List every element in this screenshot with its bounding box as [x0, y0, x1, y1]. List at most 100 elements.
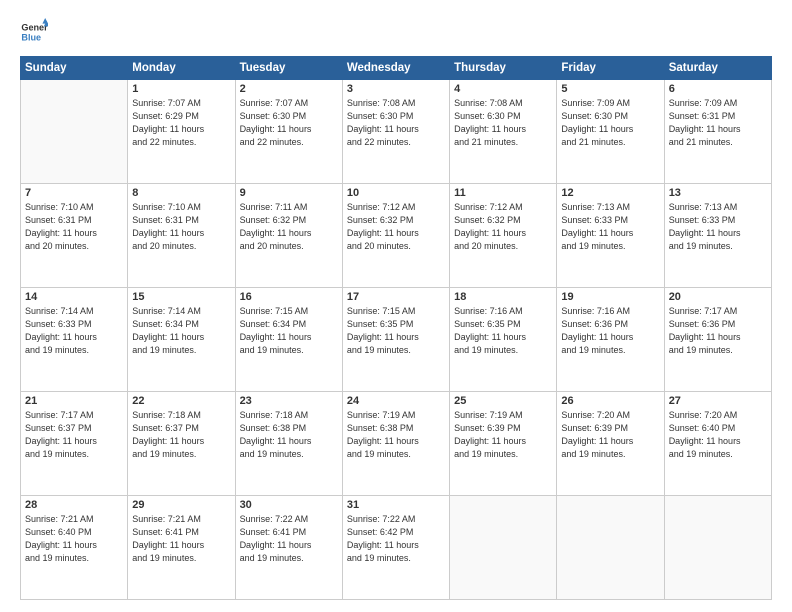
calendar-cell: 13 Sunrise: 7:13 AM Sunset: 6:33 PM Dayli…	[664, 184, 771, 288]
weekday-header-monday: Monday	[128, 57, 235, 80]
calendar-week-row: 7Sunrise: 7:10 AM Sunset: 6:31 PM Daylig…	[21, 184, 772, 288]
calendar-cell: 11Sunrise: 7:12 AM Sunset: 6:32 PM Dayli…	[450, 184, 557, 288]
calendar-cell: 28 Sunrise: 7:21 AM Sunset: 6:40 PM Dayli…	[21, 496, 128, 600]
day-info: Sunrise: 7:10 AM Sunset: 6:31 PM Dayligh…	[25, 201, 123, 253]
calendar-table: SundayMondayTuesdayWednesdayThursdayFrid…	[20, 56, 772, 600]
calendar-cell	[557, 496, 664, 600]
day-info: Sunrise: 7:20 AM Sunset: 6:40 PM Dayligh…	[669, 409, 767, 461]
svg-text:General: General	[21, 23, 48, 33]
day-number: 10	[347, 187, 445, 199]
calendar-cell: 22Sunrise: 7:18 AM Sunset: 6:37 PM Dayli…	[128, 392, 235, 496]
weekday-header-tuesday: Tuesday	[235, 57, 342, 80]
day-number: 17	[347, 291, 445, 303]
day-number: 14	[25, 291, 123, 303]
weekday-header-saturday: Saturday	[664, 57, 771, 80]
calendar-cell: 16 Sunrise: 7:15 AM Sunset: 6:34 PM Dayli…	[235, 288, 342, 392]
weekday-header-sunday: Sunday	[21, 57, 128, 80]
day-number: 23	[240, 395, 338, 407]
day-info: Sunrise: 7:22 AM Sunset: 6:41 PM Dayligh…	[240, 513, 338, 565]
day-number: 28	[25, 499, 123, 511]
day-info: Sunrise: 7:17 AM Sunset: 6:37 PM Dayligh…	[25, 409, 123, 461]
day-number: 5	[561, 83, 659, 95]
day-number: 25	[454, 395, 552, 407]
calendar-cell: 27Sunrise: 7:20 AM Sunset: 6:40 PM Dayli…	[664, 392, 771, 496]
day-info: Sunrise: 7:17 AM Sunset: 6:36 PM Dayligh…	[669, 305, 767, 357]
day-info: Sunrise: 7:16 AM Sunset: 6:35 PM Dayligh…	[454, 305, 552, 357]
calendar-week-row: 14 Sunrise: 7:14 AM Sunset: 6:33 PM Dayli…	[21, 288, 772, 392]
day-info: Sunrise: 7:19 AM Sunset: 6:39 PM Dayligh…	[454, 409, 552, 461]
day-info: Sunrise: 7:09 AM Sunset: 6:30 PM Dayligh…	[561, 97, 659, 149]
calendar-cell: 24 Sunrise: 7:19 AM Sunset: 6:38 PM Dayli…	[342, 392, 449, 496]
svg-text:Blue: Blue	[21, 32, 41, 42]
generalblue-logo-icon: General Blue	[20, 18, 48, 46]
day-number: 31	[347, 499, 445, 511]
day-number: 22	[132, 395, 230, 407]
day-number: 1	[132, 83, 230, 95]
day-info: Sunrise: 7:18 AM Sunset: 6:38 PM Dayligh…	[240, 409, 338, 461]
day-info: Sunrise: 7:07 AM Sunset: 6:29 PM Dayligh…	[132, 97, 230, 149]
calendar-cell	[450, 496, 557, 600]
day-info: Sunrise: 7:14 AM Sunset: 6:34 PM Dayligh…	[132, 305, 230, 357]
calendar-cell	[21, 80, 128, 184]
calendar-cell: 19 Sunrise: 7:16 AM Sunset: 6:36 PM Dayli…	[557, 288, 664, 392]
day-info: Sunrise: 7:19 AM Sunset: 6:38 PM Dayligh…	[347, 409, 445, 461]
calendar-week-row: 21Sunrise: 7:17 AM Sunset: 6:37 PM Dayli…	[21, 392, 772, 496]
day-number: 2	[240, 83, 338, 95]
day-number: 16	[240, 291, 338, 303]
day-number: 9	[240, 187, 338, 199]
day-info: Sunrise: 7:21 AM Sunset: 6:40 PM Dayligh…	[25, 513, 123, 565]
calendar-cell: 10 Sunrise: 7:12 AM Sunset: 6:32 PM Dayli…	[342, 184, 449, 288]
calendar-cell: 15 Sunrise: 7:14 AM Sunset: 6:34 PM Dayli…	[128, 288, 235, 392]
day-info: Sunrise: 7:15 AM Sunset: 6:35 PM Dayligh…	[347, 305, 445, 357]
calendar-cell: 1 Sunrise: 7:07 AM Sunset: 6:29 PM Daylig…	[128, 80, 235, 184]
calendar-cell: 8Sunrise: 7:10 AM Sunset: 6:31 PM Daylig…	[128, 184, 235, 288]
calendar-cell: 20 Sunrise: 7:17 AM Sunset: 6:36 PM Dayli…	[664, 288, 771, 392]
day-info: Sunrise: 7:08 AM Sunset: 6:30 PM Dayligh…	[347, 97, 445, 149]
day-info: Sunrise: 7:08 AM Sunset: 6:30 PM Dayligh…	[454, 97, 552, 149]
day-number: 3	[347, 83, 445, 95]
calendar-cell: 5 Sunrise: 7:09 AM Sunset: 6:30 PM Daylig…	[557, 80, 664, 184]
day-info: Sunrise: 7:21 AM Sunset: 6:41 PM Dayligh…	[132, 513, 230, 565]
day-number: 4	[454, 83, 552, 95]
day-number: 19	[561, 291, 659, 303]
day-info: Sunrise: 7:13 AM Sunset: 6:33 PM Dayligh…	[669, 201, 767, 253]
day-info: Sunrise: 7:15 AM Sunset: 6:34 PM Dayligh…	[240, 305, 338, 357]
calendar-cell: 3 Sunrise: 7:08 AM Sunset: 6:30 PM Daylig…	[342, 80, 449, 184]
day-info: Sunrise: 7:11 AM Sunset: 6:32 PM Dayligh…	[240, 201, 338, 253]
calendar-cell: 25 Sunrise: 7:19 AM Sunset: 6:39 PM Dayli…	[450, 392, 557, 496]
day-number: 6	[669, 83, 767, 95]
day-info: Sunrise: 7:16 AM Sunset: 6:36 PM Dayligh…	[561, 305, 659, 357]
calendar-cell	[664, 496, 771, 600]
calendar-cell: 18 Sunrise: 7:16 AM Sunset: 6:35 PM Dayli…	[450, 288, 557, 392]
day-number: 26	[561, 395, 659, 407]
calendar-cell: 26 Sunrise: 7:20 AM Sunset: 6:39 PM Dayli…	[557, 392, 664, 496]
day-info: Sunrise: 7:20 AM Sunset: 6:39 PM Dayligh…	[561, 409, 659, 461]
calendar-cell: 7Sunrise: 7:10 AM Sunset: 6:31 PM Daylig…	[21, 184, 128, 288]
weekday-header-thursday: Thursday	[450, 57, 557, 80]
calendar-cell: 21Sunrise: 7:17 AM Sunset: 6:37 PM Dayli…	[21, 392, 128, 496]
day-number: 15	[132, 291, 230, 303]
day-number: 29	[132, 499, 230, 511]
logo: General Blue	[20, 18, 52, 46]
weekday-header-friday: Friday	[557, 57, 664, 80]
calendar-week-row: 1 Sunrise: 7:07 AM Sunset: 6:29 PM Daylig…	[21, 80, 772, 184]
day-number: 30	[240, 499, 338, 511]
day-info: Sunrise: 7:14 AM Sunset: 6:33 PM Dayligh…	[25, 305, 123, 357]
calendar-cell: 4 Sunrise: 7:08 AM Sunset: 6:30 PM Daylig…	[450, 80, 557, 184]
day-number: 20	[669, 291, 767, 303]
day-number: 18	[454, 291, 552, 303]
calendar-cell: 12 Sunrise: 7:13 AM Sunset: 6:33 PM Dayli…	[557, 184, 664, 288]
day-number: 24	[347, 395, 445, 407]
day-info: Sunrise: 7:12 AM Sunset: 6:32 PM Dayligh…	[347, 201, 445, 253]
calendar-cell: 14 Sunrise: 7:14 AM Sunset: 6:33 PM Dayli…	[21, 288, 128, 392]
day-number: 13	[669, 187, 767, 199]
day-number: 12	[561, 187, 659, 199]
day-info: Sunrise: 7:13 AM Sunset: 6:33 PM Dayligh…	[561, 201, 659, 253]
page: General Blue SundayMondayTuesdayWednesda…	[0, 0, 792, 612]
calendar-cell: 23 Sunrise: 7:18 AM Sunset: 6:38 PM Dayli…	[235, 392, 342, 496]
calendar-cell: 17 Sunrise: 7:15 AM Sunset: 6:35 PM Dayli…	[342, 288, 449, 392]
weekday-header-wednesday: Wednesday	[342, 57, 449, 80]
calendar-cell: 2Sunrise: 7:07 AM Sunset: 6:30 PM Daylig…	[235, 80, 342, 184]
day-info: Sunrise: 7:12 AM Sunset: 6:32 PM Dayligh…	[454, 201, 552, 253]
calendar-week-row: 28 Sunrise: 7:21 AM Sunset: 6:40 PM Dayli…	[21, 496, 772, 600]
